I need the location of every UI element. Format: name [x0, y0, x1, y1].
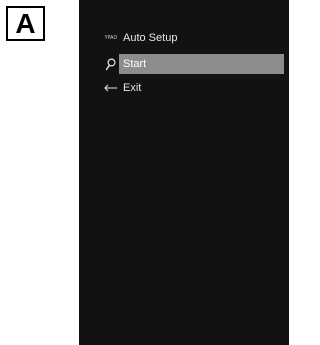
- menu-item-exit[interactable]: Exit: [79, 78, 289, 98]
- ypao-logo-text: YPAO: [104, 35, 118, 41]
- menu-item-start[interactable]: Start: [79, 54, 289, 74]
- return-arrow-icon: [101, 78, 121, 98]
- ypao-logo-icon: YPAO: [101, 28, 121, 48]
- figure-label: A: [6, 6, 45, 41]
- menu-title: Auto Setup: [123, 32, 178, 44]
- menu-item-label: Exit: [123, 82, 142, 94]
- tv-menu-screen: YPAO Auto Setup Start Exit: [79, 0, 289, 345]
- microphone-icon: [101, 54, 121, 74]
- menu-title-row: YPAO Auto Setup: [79, 28, 289, 48]
- menu-item-label: Start: [123, 58, 147, 70]
- page: A YPAO Auto Setup Start Exit: [0, 0, 289, 345]
